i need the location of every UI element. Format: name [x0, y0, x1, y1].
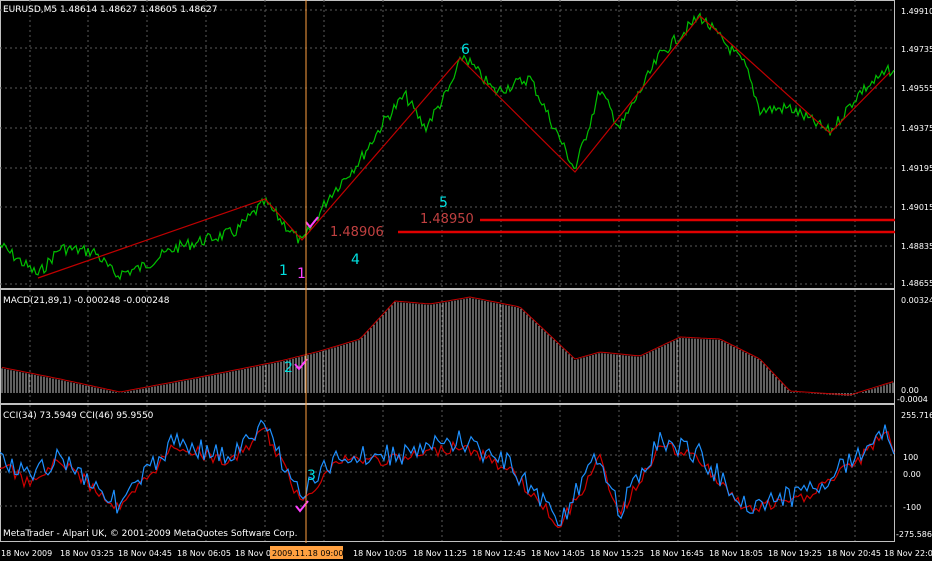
time-label: 18 Nov 16:45 [650, 549, 704, 558]
price-label: 1.48835 [901, 242, 932, 251]
cci-panel[interactable]: CCI(34) 73.5949 CCI(46) 95.9550 3 MetaTr… [0, 411, 895, 539]
time-label: 18 Nov 19:25 [768, 549, 822, 558]
level-label-1: 1.48906 [330, 225, 384, 240]
marker-5: 5 [439, 195, 448, 211]
marker-1-magenta: 1 [297, 266, 306, 282]
macd-scale: 0.00324 0.00 -0.0004 [897, 296, 932, 404]
time-label: 18 Nov 10:05 [353, 549, 407, 558]
time-label: 18 Nov 04:45 [118, 549, 172, 558]
price-label: 1.48655 [901, 279, 932, 288]
time-label: 18 Nov 15:25 [590, 549, 644, 558]
grid-lines [0, 0, 894, 541]
crosshair-time-label: 2009.11.18 09:00 [272, 549, 343, 558]
time-label: 18 Nov 14:05 [531, 549, 585, 558]
check-marker-main [305, 216, 319, 229]
time-label: 18 Nov 20:45 [827, 549, 881, 558]
time-axis: 18 Nov 2009 18 Nov 03:25 18 Nov 04:45 18… [1, 546, 932, 559]
cci-scale-label: -100 [903, 503, 921, 512]
cci-46-line [0, 427, 895, 529]
time-label: 18 Nov 03:25 [60, 549, 114, 558]
level-label-2: 1.48950 [420, 212, 474, 227]
marker-3: 3 [307, 468, 316, 484]
time-label: 18 Nov 18:05 [709, 549, 763, 558]
price-label: 1.49015 [901, 203, 932, 212]
symbol-header: EURUSD,M5 1.48614 1.48627 1.48605 1.4862… [3, 5, 217, 15]
price-scale: 1.49910 1.49735 1.49555 1.49375 1.49195 … [901, 7, 932, 288]
time-label: 18 Nov 06:05 [177, 549, 231, 558]
cci-scale-label: 255.716 [901, 411, 932, 420]
watermark: MetaTrader - Alpari UK, © 2001-2009 Meta… [3, 529, 297, 539]
macd-histogram [1, 298, 894, 396]
cci-scale: 255.716 100 0.00 -100 -275.586 [896, 411, 932, 539]
macd-scale-label: 0.00324 [901, 296, 932, 305]
macd-scale-label: -0.0004 [897, 395, 928, 404]
marker-1: 1 [279, 263, 288, 279]
chart-canvas[interactable]: EURUSD,M5 1.48614 1.48627 1.48605 1.4862… [0, 0, 932, 561]
time-label: 18 Nov 12:45 [472, 549, 526, 558]
time-label: 18 Nov 0 [235, 549, 271, 558]
cci-scale-label: 100 [903, 453, 918, 462]
marker-4: 4 [351, 252, 360, 268]
price-label: 1.49195 [901, 164, 932, 173]
marker-2: 2 [284, 360, 293, 376]
price-label: 1.49375 [901, 124, 932, 133]
price-label: 1.49910 [901, 7, 932, 16]
macd-scale-label: 0.00 [901, 386, 919, 395]
time-label: 18 Nov 11:25 [413, 549, 467, 558]
cci-scale-label: -275.586 [896, 530, 932, 539]
time-label: 18 Nov 22:05 [884, 549, 932, 558]
cci-header: CCI(34) 73.5949 CCI(46) 95.9550 [3, 411, 154, 421]
macd-signal-line [1, 296, 894, 396]
cci-scale-label: 0.00 [903, 470, 921, 479]
price-label: 1.49735 [901, 45, 932, 54]
macd-header: MACD(21,89,1) -0.000248 -0.000248 [3, 296, 170, 306]
marker-6: 6 [461, 42, 470, 58]
macd-panel[interactable]: MACD(21,89,1) -0.000248 -0.000248 2 [1, 296, 894, 396]
main-price-panel[interactable]: EURUSD,M5 1.48614 1.48627 1.48605 1.4862… [0, 5, 895, 282]
price-label: 1.49555 [901, 84, 932, 93]
time-label: 18 Nov 2009 [1, 549, 52, 558]
price-candles [0, 12, 895, 281]
panel-frames [0, 0, 895, 542]
